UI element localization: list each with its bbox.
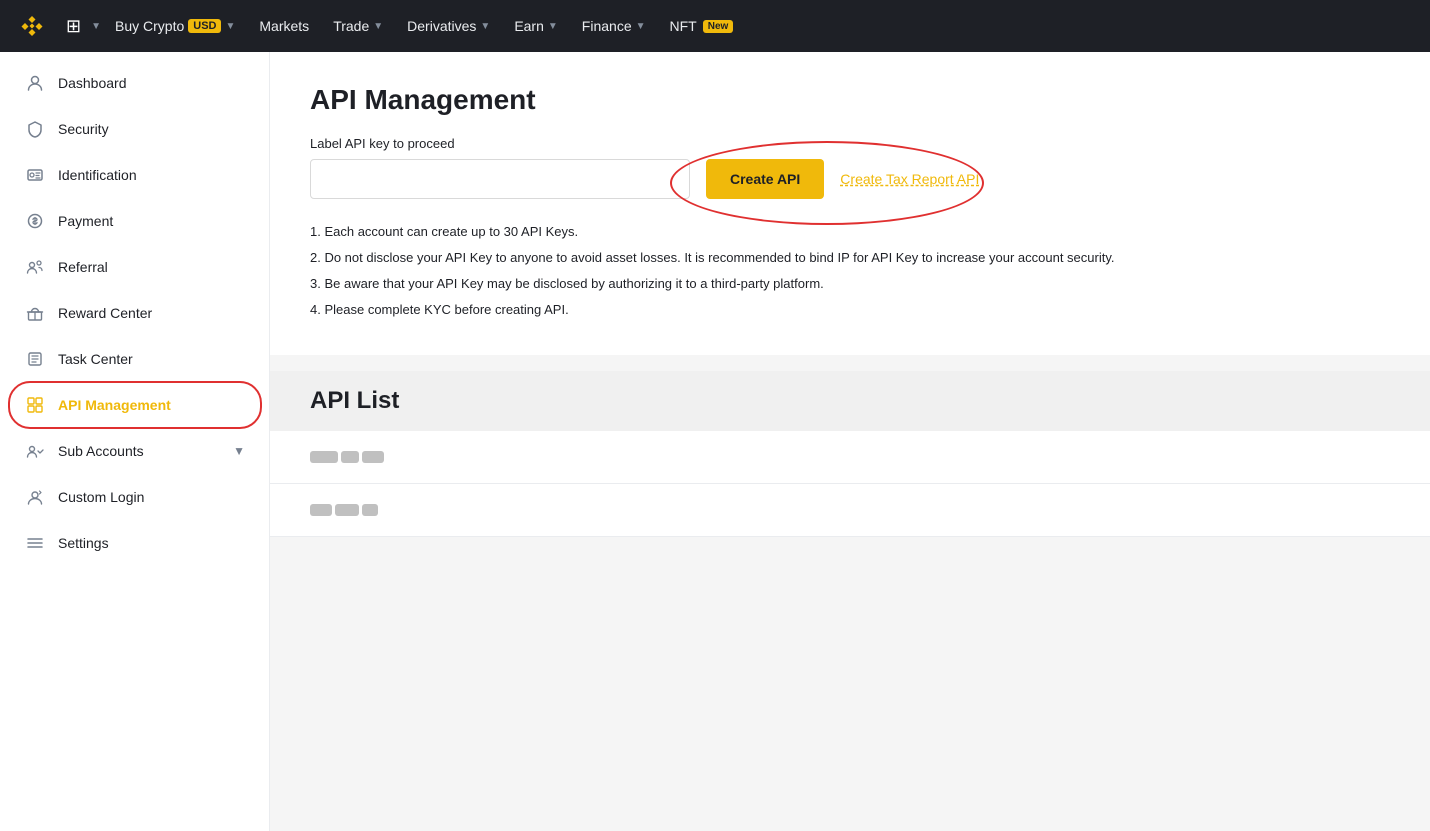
main-content: API Management Label API key to proceed … — [270, 52, 1430, 831]
sidebar-item-security[interactable]: Security — [0, 106, 269, 152]
api-input-row: Create API Create Tax Report API — [310, 159, 1390, 199]
sidebar-item-referral[interactable]: Referral — [0, 244, 269, 290]
sidebar-item-custom-login[interactable]: Custom Login — [0, 474, 269, 520]
grid-icon[interactable]: ⊞ — [60, 12, 87, 41]
note-3: 3. Be aware that your API Key may be dis… — [310, 271, 1390, 297]
sidebar-label-sub-accounts: Sub Accounts — [58, 443, 144, 459]
referral-icon — [24, 258, 46, 276]
api-list-items — [270, 431, 1430, 537]
sidebar-label-custom-login: Custom Login — [58, 489, 144, 505]
sidebar-label-payment: Payment — [58, 213, 113, 229]
sidebar-label-settings: Settings — [58, 535, 109, 551]
sidebar-item-api-management[interactable]: API Management — [0, 382, 269, 428]
sidebar-item-task-center[interactable]: Task Center — [0, 336, 269, 382]
chevron-down-icon: ▼ — [373, 21, 383, 32]
api-list-section: API List — [270, 371, 1430, 537]
note-4: 4. Please complete KYC before creating A… — [310, 297, 1390, 323]
note-1: 1. Each account can create up to 30 API … — [310, 219, 1390, 245]
sidebar-label-referral: Referral — [58, 259, 108, 275]
chevron-down-icon: ▼ — [480, 21, 490, 32]
sidebar-label-dashboard: Dashboard — [58, 75, 127, 91]
api-header-section: API Management Label API key to proceed … — [270, 52, 1430, 355]
api-notes: 1. Each account can create up to 30 API … — [310, 219, 1390, 323]
chevron-down-icon: ▼ — [225, 21, 235, 32]
chevron-down-icon: ▼ — [636, 21, 646, 32]
sidebar-item-sub-accounts[interactable]: Sub Accounts ▼ — [0, 428, 269, 474]
sidebar-item-payment[interactable]: Payment — [0, 198, 269, 244]
api-list-row — [270, 431, 1430, 484]
api-list-header: API List — [270, 371, 1430, 431]
create-api-button[interactable]: Create API — [706, 159, 824, 199]
api-label-text: Label API key to proceed — [310, 136, 1390, 151]
reward-icon — [24, 304, 46, 322]
nav-markets[interactable]: Markets — [249, 0, 319, 52]
sidebar-label-reward-center: Reward Center — [58, 305, 152, 321]
sidebar: Dashboard Security Identification Paymen… — [0, 52, 270, 831]
api-key-blurred-1 — [310, 451, 384, 463]
sidebar-item-settings[interactable]: Settings — [0, 520, 269, 566]
settings-icon — [24, 534, 46, 552]
chevron-down-icon: ▼ — [548, 21, 558, 32]
sidebar-item-reward-center[interactable]: Reward Center — [0, 290, 269, 336]
page-title: API Management — [310, 84, 1390, 116]
api-list-row — [270, 484, 1430, 537]
api-icon — [24, 396, 46, 414]
top-navigation: ⊞ ▼ Buy Crypto USD ▼ Markets Trade ▼ Der… — [0, 0, 1430, 52]
api-list-title: API List — [310, 387, 1390, 415]
grid-chevron[interactable]: ▼ — [91, 21, 101, 32]
sub-accounts-icon — [24, 442, 46, 460]
sidebar-label-task-center: Task Center — [58, 351, 133, 367]
task-icon — [24, 350, 46, 368]
create-tax-report-link[interactable]: Create Tax Report API — [840, 171, 979, 187]
id-icon — [24, 166, 46, 184]
sidebar-item-dashboard[interactable]: Dashboard — [0, 60, 269, 106]
shield-icon — [24, 120, 46, 138]
nav-nft[interactable]: NFT New — [660, 0, 744, 52]
api-key-input[interactable] — [310, 159, 690, 199]
payment-icon — [24, 212, 46, 230]
sidebar-item-identification[interactable]: Identification — [0, 152, 269, 198]
chevron-icon: ▼ — [233, 444, 245, 458]
person-icon — [24, 74, 46, 92]
nav-derivatives[interactable]: Derivatives ▼ — [397, 0, 500, 52]
api-key-blurred-2 — [310, 504, 378, 516]
custom-login-icon — [24, 488, 46, 506]
logo[interactable] — [16, 10, 48, 42]
sidebar-label-api-management: API Management — [58, 397, 171, 413]
sidebar-label-security: Security — [58, 121, 109, 137]
note-2: 2. Do not disclose your API Key to anyon… — [310, 245, 1390, 271]
nav-trade[interactable]: Trade ▼ — [323, 0, 393, 52]
sidebar-label-identification: Identification — [58, 167, 137, 183]
nav-earn[interactable]: Earn ▼ — [504, 0, 567, 52]
nav-buy-crypto[interactable]: Buy Crypto USD ▼ — [105, 0, 245, 52]
nav-finance[interactable]: Finance ▼ — [572, 0, 656, 52]
